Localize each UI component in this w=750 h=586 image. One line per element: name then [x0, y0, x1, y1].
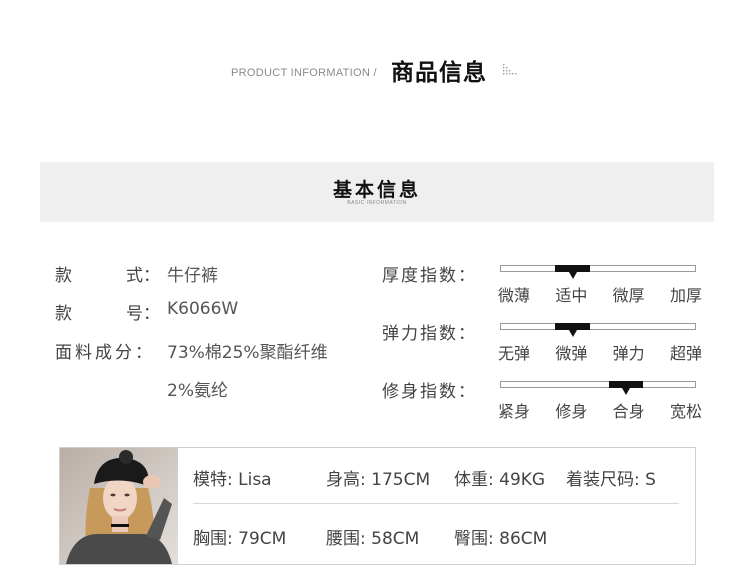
- model-waist: 腰围: 58CM: [326, 529, 420, 549]
- index-fit-fill: [609, 381, 643, 388]
- model-name: 模特: Lisa: [193, 470, 272, 490]
- index-thickness-fill: [555, 265, 590, 272]
- index-option: 微弹: [555, 344, 588, 363]
- attr-fabric-value-cont: 2%氨纶: [167, 381, 228, 401]
- attr-number-label: 款 号：: [55, 299, 160, 324]
- model-info-card: 模特: Lisa 身高: 175CM 体重: 49KG 着装尺码: S 胸围: …: [59, 447, 696, 565]
- index-option: 适中: [555, 286, 588, 305]
- attr-style-label: 款 式：: [55, 261, 160, 286]
- index-fit-label: 修身指数：: [382, 382, 477, 402]
- section-subtitle-en: PRODUCT INFORMATION /: [231, 67, 377, 79]
- attr-number-value: K6066W: [167, 299, 239, 319]
- index-thickness-arrow-icon: [569, 272, 577, 279]
- model-bust: 胸围: 79CM: [193, 529, 287, 549]
- dots-decoration-icon: [503, 64, 517, 75]
- index-option: 微薄: [498, 286, 531, 305]
- index-thickness-label: 厚度指数：: [382, 266, 477, 286]
- attr-style-value: 牛仔裤: [167, 266, 218, 286]
- attr-style-label-b: 式：: [126, 266, 160, 286]
- index-thickness-bar: [500, 265, 696, 279]
- basic-info-banner: 基本信息 BASIC INFORMATION: [40, 162, 714, 222]
- index-fit-arrow-icon: [622, 388, 630, 395]
- index-elasticity-fill: [555, 323, 590, 330]
- index-option: 超弹: [669, 344, 702, 363]
- model-hip: 臀围: 86CM: [454, 529, 548, 549]
- attr-number-label-b: 号：: [126, 304, 160, 324]
- index-option: 加厚: [669, 286, 702, 305]
- index-fit-options: 紧身 修身 合身 宽松: [498, 398, 702, 422]
- index-elasticity-arrow-icon: [569, 330, 577, 337]
- attr-number-label-a: 款: [55, 304, 72, 324]
- index-elasticity-options: 无弹 微弹 弹力 超弹: [498, 340, 702, 364]
- section-title: 商品信息: [391, 60, 487, 86]
- attr-fabric-label: 面料成分：: [55, 343, 155, 363]
- banner-title: 基本信息: [332, 179, 421, 201]
- attr-style-label-a: 款: [55, 266, 72, 286]
- card-divider: [193, 503, 679, 504]
- index-thickness-options: 微薄 适中 微厚 加厚: [498, 282, 702, 306]
- model-portrait-image: [60, 448, 178, 564]
- index-option: 宽松: [669, 402, 702, 421]
- index-option: 微厚: [612, 286, 645, 305]
- attr-fabric-value: 73%棉25%聚酯纤维: [167, 343, 328, 363]
- index-elasticity-bar: [500, 323, 696, 337]
- index-option: 弹力: [612, 344, 645, 363]
- model-size: 着装尺码: S: [566, 470, 656, 490]
- banner-subtitle: BASIC INFORMATION: [347, 200, 407, 206]
- model-height: 身高: 175CM: [326, 470, 431, 490]
- model-weight: 体重: 49KG: [454, 470, 546, 490]
- index-elasticity-label: 弹力指数：: [382, 324, 477, 344]
- model-photo: [60, 448, 178, 564]
- index-option: 紧身: [498, 402, 531, 421]
- index-fit-bar: [500, 381, 696, 395]
- index-option: 无弹: [498, 344, 531, 363]
- index-option: 修身: [555, 402, 588, 421]
- index-option: 合身: [612, 402, 645, 421]
